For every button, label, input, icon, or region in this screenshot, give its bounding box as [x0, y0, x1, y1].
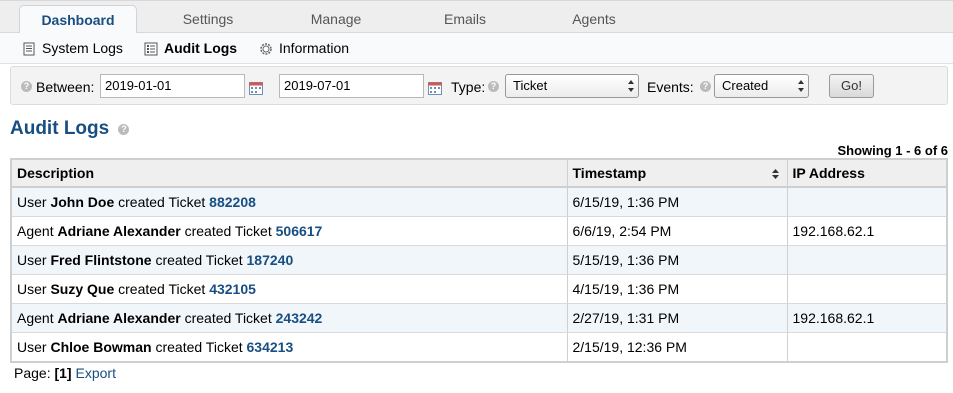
description-cell: Agent Adriane Alexander created Ticket 2…	[12, 303, 568, 333]
subnav-system-logs[interactable]: System Logs	[22, 33, 123, 64]
select-arrows-icon	[798, 80, 804, 92]
description-cell: User Suzy Que created Ticket 432105	[12, 274, 568, 304]
ticket-link[interactable]: 634213	[247, 339, 294, 355]
ticket-link[interactable]: 882208	[209, 194, 256, 210]
description-cell: User John Doe created Ticket 882208	[12, 187, 568, 217]
description-cell: User Chloe Bowman created Ticket 634213	[12, 332, 568, 361]
column-header-ip-address[interactable]: IP Address	[787, 160, 946, 188]
actor-name: Adriane Alexander	[57, 309, 181, 326]
action-text: created Ticket	[155, 338, 243, 355]
timestamp-cell: 4/15/19, 1:36 PM	[567, 274, 788, 304]
actor-role: User	[17, 251, 47, 268]
table-row: User Chloe Bowman created Ticket 634213 2…	[12, 332, 946, 361]
column-header-label: Timestamp	[572, 165, 647, 181]
document-icon	[23, 42, 35, 55]
actor-name: John Doe	[50, 193, 115, 210]
column-header-description[interactable]: Description	[12, 160, 568, 188]
page-label: Page:	[14, 365, 51, 381]
current-page: [1]	[54, 365, 72, 381]
action-text: created Ticket	[118, 280, 206, 297]
actor-role: User	[17, 280, 47, 297]
action-text: created Ticket	[184, 309, 272, 326]
select-arrows-icon	[628, 80, 634, 92]
table-row: User Fred Flintstone created Ticket 1872…	[12, 245, 946, 275]
tab-dashboard[interactable]: Dashboard	[19, 5, 137, 35]
calendar-icon[interactable]	[249, 81, 263, 95]
subnav-information[interactable]: Information	[259, 33, 349, 64]
sub-nav: System Logs Audit Logs Information	[0, 33, 953, 64]
tab-agents[interactable]: Agents	[544, 5, 644, 34]
showing-count: Showing 1 - 6 of 6	[837, 143, 948, 158]
ticket-link[interactable]: 506617	[276, 223, 323, 239]
ip-address-cell	[787, 274, 946, 304]
page-title: Audit Logs ?	[10, 118, 130, 140]
date-to-input[interactable]: 2019-07-01	[279, 74, 424, 98]
actor-role: Agent	[17, 222, 54, 239]
action-text: created Ticket	[155, 251, 243, 268]
subnav-label: Audit Logs	[164, 40, 238, 56]
help-icon[interactable]: ?	[21, 81, 32, 92]
action-text: created Ticket	[184, 222, 272, 239]
actor-name: Fred Flintstone	[50, 251, 152, 268]
actor-name: Suzy Que	[50, 280, 115, 297]
pagination-footer: Page: [1] Export	[14, 365, 116, 381]
ip-address-cell	[787, 245, 946, 275]
page-title-text: Audit Logs	[10, 118, 110, 139]
tab-settings[interactable]: Settings	[158, 5, 258, 34]
type-label: Type:	[451, 79, 486, 95]
type-select[interactable]: Ticket	[505, 74, 639, 98]
audit-table: Description Timestamp IP Address User Jo…	[10, 158, 948, 363]
ticket-link[interactable]: 243242	[276, 310, 323, 326]
ticket-link[interactable]: 432105	[209, 281, 256, 297]
between-label: Between:	[36, 79, 95, 95]
table-row: Agent Adriane Alexander created Ticket 2…	[12, 303, 946, 333]
sort-icon[interactable]	[771, 168, 779, 180]
actor-role: Agent	[17, 309, 54, 326]
actor-role: User	[17, 193, 47, 210]
subnav-audit-logs[interactable]: Audit Logs	[144, 33, 237, 64]
ip-address-cell	[787, 332, 946, 361]
ip-address-cell: 192.168.62.1	[787, 216, 946, 246]
timestamp-cell: 5/15/19, 1:36 PM	[567, 245, 788, 275]
table-row: User John Doe created Ticket 882208 6/15/…	[12, 187, 946, 217]
events-select[interactable]: Created	[714, 74, 809, 98]
export-link[interactable]: Export	[76, 365, 116, 381]
actor-name: Adriane Alexander	[57, 222, 181, 239]
list-icon	[144, 42, 158, 55]
subnav-label: System Logs	[42, 40, 123, 56]
date-from-input[interactable]: 2019-01-01	[100, 74, 245, 98]
table-row: User Suzy Que created Ticket 432105 4/15/…	[12, 274, 946, 304]
filter-bar: ? Between: 2019-01-01 2019-07-01 Type: ?…	[10, 66, 948, 105]
ticket-link[interactable]: 187240	[247, 252, 294, 268]
description-cell: Agent Adriane Alexander created Ticket 5…	[12, 216, 568, 246]
actor-name: Chloe Bowman	[50, 338, 152, 355]
calendar-icon[interactable]	[428, 81, 442, 95]
column-header-timestamp[interactable]: Timestamp	[567, 160, 788, 188]
help-icon[interactable]: ?	[700, 81, 711, 92]
ip-address-cell: 192.168.62.1	[787, 303, 946, 333]
tab-manage[interactable]: Manage	[286, 5, 386, 34]
help-icon[interactable]: ?	[118, 124, 130, 135]
events-select-value: Created	[722, 78, 769, 93]
go-button[interactable]: Go!	[829, 74, 874, 98]
tab-emails[interactable]: Emails	[415, 5, 515, 34]
type-select-value: Ticket	[513, 78, 548, 93]
timestamp-cell: 6/15/19, 1:36 PM	[567, 187, 788, 217]
action-text: created Ticket	[118, 193, 206, 210]
help-icon[interactable]: ?	[488, 81, 499, 92]
ip-address-cell	[787, 187, 946, 217]
top-tab-bar: Dashboard Settings Manage Emails Agents	[0, 0, 953, 35]
subnav-label: Information	[279, 40, 350, 56]
gear-icon	[260, 42, 272, 55]
table-row: Agent Adriane Alexander created Ticket 5…	[12, 216, 946, 246]
timestamp-cell: 2/27/19, 1:31 PM	[567, 303, 788, 333]
timestamp-cell: 6/6/19, 2:54 PM	[567, 216, 788, 246]
description-cell: User Fred Flintstone created Ticket 1872…	[12, 245, 568, 275]
timestamp-cell: 2/15/19, 12:36 PM	[567, 332, 788, 361]
events-label: Events:	[647, 79, 694, 95]
actor-role: User	[17, 338, 47, 355]
